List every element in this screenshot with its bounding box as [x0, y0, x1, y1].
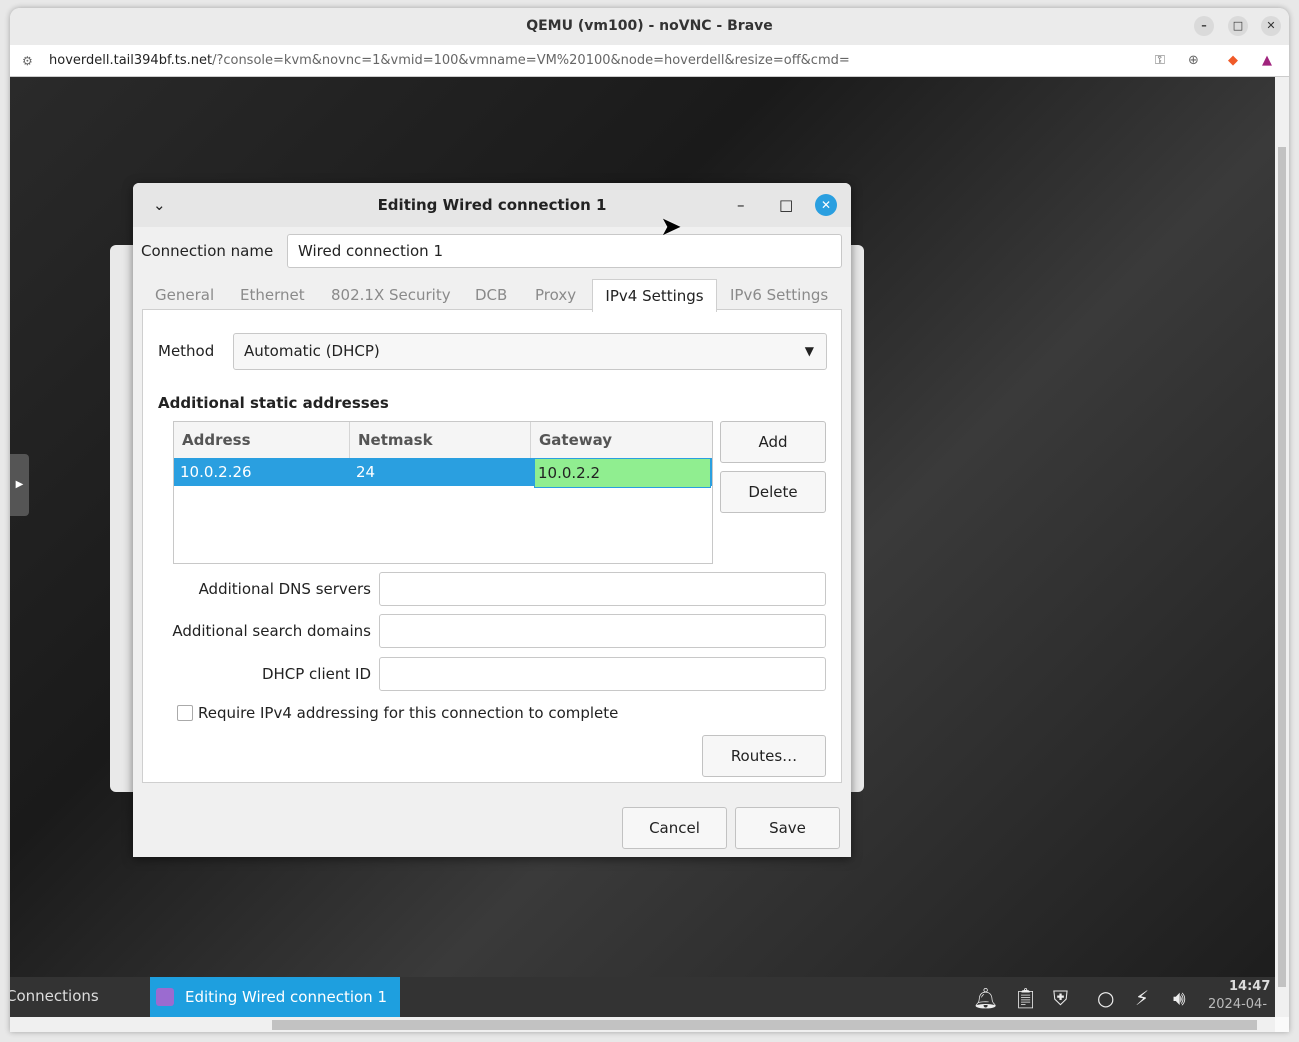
horizontal-scrollbar[interactable]	[10, 1017, 1275, 1032]
shield-update-icon[interactable]: ⛨	[1053, 986, 1068, 1010]
static-addresses-heading: Additional static addresses	[158, 394, 389, 412]
column-header-gateway[interactable]: Gateway	[531, 422, 712, 458]
routes-button[interactable]: Routes…	[702, 735, 826, 777]
ipv4-panel: Method Automatic (DHCP) ▼ Additional sta…	[142, 309, 842, 783]
minimize-button[interactable]: –	[1194, 16, 1214, 36]
require-ipv4-checkbox[interactable]	[177, 705, 193, 721]
minimize-icon[interactable]: –	[737, 183, 745, 227]
dhcp-client-id-input[interactable]	[379, 657, 826, 691]
tab-8021x-security[interactable]: 802.1X Security	[331, 279, 451, 311]
taskbar-item-connections[interactable]: Connections	[10, 987, 99, 1005]
volume-icon[interactable]: 🔊︎	[1173, 986, 1186, 1010]
method-dropdown[interactable]: Automatic (DHCP) ▼	[233, 333, 827, 370]
key-icon[interactable]: ⚿	[1155, 45, 1165, 77]
network-app-icon	[156, 988, 174, 1006]
column-header-address[interactable]: Address	[174, 422, 350, 458]
column-header-netmask[interactable]: Netmask	[350, 422, 531, 458]
vnc-canvas[interactable]: ▶ ⌄ Editing Wired connection 1 – □ ✕ Con…	[10, 77, 1275, 1017]
dialog-titlebar: ⌄ Editing Wired connection 1 – □ ✕	[133, 183, 851, 227]
brave-shields-icon[interactable]: ◆	[1228, 45, 1238, 77]
dns-servers-input[interactable]	[379, 572, 826, 606]
chevron-down-icon[interactable]: ⌄	[153, 183, 166, 227]
taskbar-item-editing[interactable]: Editing Wired connection 1	[150, 977, 400, 1017]
connection-name-label: Connection name	[141, 242, 274, 260]
tab-ethernet[interactable]: Ethernet	[240, 279, 305, 311]
dhcp-client-id-label: DHCP client ID	[261, 665, 371, 683]
edit-connection-dialog: ⌄ Editing Wired connection 1 – □ ✕ Conne…	[133, 183, 851, 857]
zoom-icon[interactable]: ⊕	[1188, 45, 1199, 77]
save-button[interactable]: Save	[735, 807, 840, 849]
close-icon[interactable]: ✕	[815, 194, 837, 216]
maximize-icon[interactable]: □	[779, 183, 793, 227]
clock-time[interactable]: 14:47	[1229, 979, 1270, 994]
method-value: Automatic (DHCP)	[244, 342, 380, 360]
horizontal-scroll-thumb[interactable]	[272, 1020, 1257, 1030]
circle-icon[interactable]: ○	[1097, 986, 1114, 1010]
tab-proxy[interactable]: Proxy	[535, 279, 576, 311]
dialog-title: Editing Wired connection 1	[377, 196, 607, 214]
window-title: QEMU (vm100) - noVNC - Brave	[526, 18, 773, 34]
maximize-button[interactable]: □	[1228, 16, 1248, 36]
tab-ipv6-settings[interactable]: IPv6 Settings	[730, 279, 828, 311]
add-button[interactable]: Add	[720, 421, 826, 463]
require-ipv4-label[interactable]: Require IPv4 addressing for this connect…	[198, 704, 618, 722]
method-label: Method	[158, 342, 215, 360]
mouse-cursor-icon: ➤	[660, 212, 682, 242]
taskbar: Connections Editing Wired connection 1 🔔…	[10, 977, 1275, 1017]
dropdown-arrow-icon: ▼	[804, 344, 814, 358]
site-settings-icon[interactable]: ⚙	[22, 45, 33, 77]
cancel-button[interactable]: Cancel	[622, 807, 727, 849]
browser-window: QEMU (vm100) - noVNC - Brave – □ ✕ ⚙ hov…	[10, 8, 1289, 1032]
clipboard-icon[interactable]: 📋︎	[1013, 986, 1038, 1010]
vertical-scrollbar[interactable]	[1275, 77, 1289, 1017]
browser-titlebar: QEMU (vm100) - noVNC - Brave – □ ✕	[10, 8, 1289, 45]
tab-general[interactable]: General	[155, 279, 214, 311]
table-row[interactable]: 10.0.2.26 24 10.0.2.2	[174, 458, 712, 488]
dns-label: Additional DNS servers	[198, 580, 371, 598]
taskbar-item-label: Editing Wired connection 1	[185, 988, 387, 1006]
cell-netmask[interactable]: 24	[356, 458, 375, 486]
url-path: /?console=kvm&novnc=1&vmid=100&vmname=VM…	[212, 53, 850, 68]
vertical-scroll-thumb[interactable]	[1278, 147, 1286, 987]
delete-button[interactable]: Delete	[720, 471, 826, 513]
cell-address[interactable]: 10.0.2.26	[180, 458, 252, 486]
notification-bell-icon[interactable]: 🔔︎	[973, 986, 998, 1010]
addresses-table: Address Netmask Gateway 10.0.2.26 24 10.…	[173, 421, 713, 564]
clock-date[interactable]: 2024-04-	[1208, 997, 1267, 1012]
gateway-edit-input[interactable]: 10.0.2.2	[534, 458, 711, 488]
address-bar[interactable]: ⚙ hoverdell.tail394bf.ts.net/?console=kv…	[10, 45, 1289, 77]
tab-dcb[interactable]: DCB	[475, 279, 507, 311]
tab-ipv4-settings[interactable]: IPv4 Settings	[592, 279, 717, 312]
novnc-control-handle[interactable]: ▶	[10, 454, 29, 516]
brave-rewards-icon[interactable]: ▲	[1262, 45, 1272, 77]
search-domains-input[interactable]	[379, 614, 826, 648]
search-domains-label: Additional search domains	[172, 622, 371, 640]
power-icon[interactable]: ⚡	[1135, 986, 1149, 1010]
connection-name-input[interactable]: Wired connection 1	[287, 234, 842, 268]
close-button[interactable]: ✕	[1261, 16, 1281, 36]
url-host: hoverdell.tail394bf.ts.net	[49, 53, 213, 68]
